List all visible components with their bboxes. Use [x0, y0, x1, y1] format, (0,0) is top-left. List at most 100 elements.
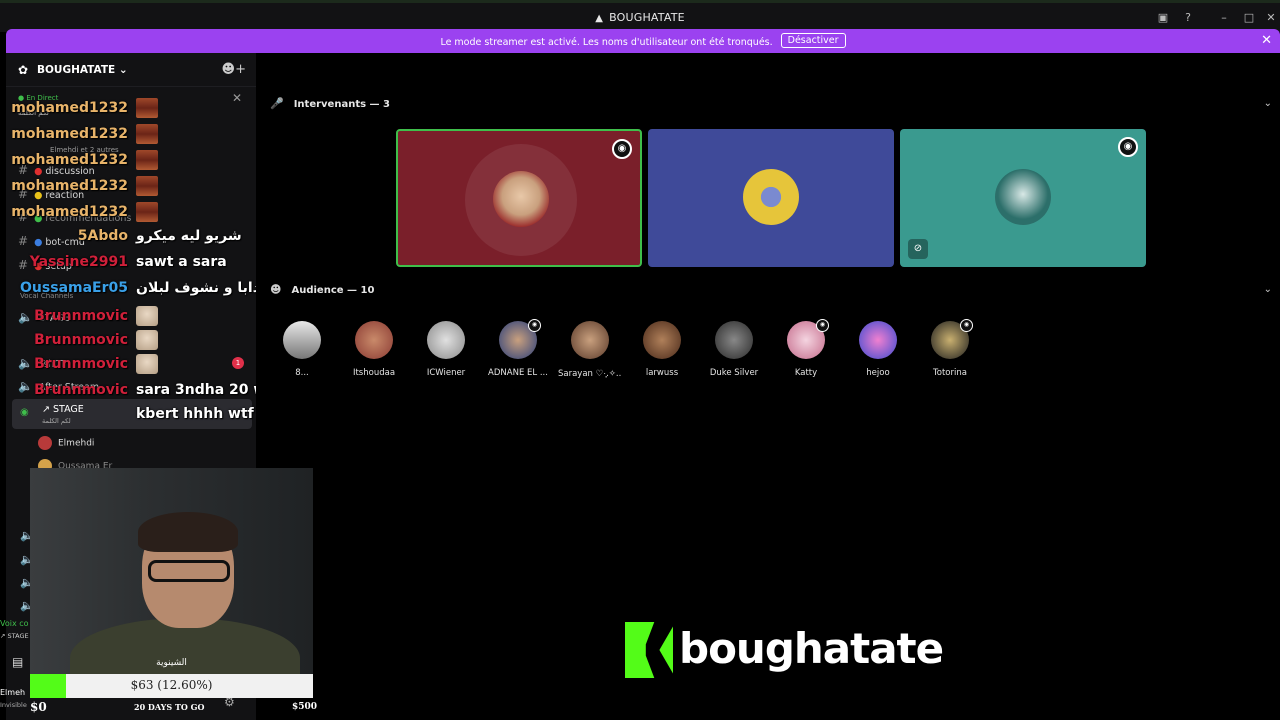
- audience-member[interactable]: 8...: [270, 321, 334, 378]
- chat-message: Brunnmovic: [0, 330, 158, 350]
- disable-streamer-mode-button[interactable]: Désactiver: [780, 33, 846, 48]
- speakers-header[interactable]: 🎤 Intervenants — 3: [270, 97, 390, 110]
- cat-emote-image: [136, 306, 158, 326]
- server-name-text: BOUGHATATE: [37, 64, 116, 76]
- speakers-title: Intervenants — 3: [293, 99, 390, 110]
- stage-member[interactable]: Elmehdi: [38, 436, 94, 450]
- avatar: [643, 321, 681, 359]
- chat-username: Brunnmovic: [34, 332, 128, 348]
- emote-image: [136, 124, 158, 144]
- app-root: ▲ BOUGHATATE ▣ ? – □ ✕ Le mode streamer e…: [0, 0, 1280, 720]
- audience-member[interactable]: Duke Silver: [702, 321, 766, 378]
- moderator-badge-icon: ◉: [528, 319, 541, 332]
- chat-message: mohamed1232: [0, 98, 158, 118]
- chat-username: Yassine2991: [29, 254, 128, 270]
- audience-header[interactable]: ☻ Audience — 10: [270, 283, 374, 296]
- goal-current-value: $63 (12.60%): [130, 678, 213, 692]
- audience-name: Sarayan ♡·̩͙.✧...: [558, 369, 622, 379]
- server-header[interactable]: ✿ BOUGHATATE ⌄ ☻+: [6, 53, 256, 87]
- maximize-button[interactable]: □: [1241, 11, 1257, 24]
- speaker-tile[interactable]: [648, 129, 894, 267]
- emote-image: [136, 202, 158, 222]
- chat-username: Brunnmovic: [34, 308, 128, 324]
- avatar: [355, 321, 393, 359]
- audience-name: Totorina: [933, 368, 967, 378]
- window-title-text: BOUGHATATE: [609, 11, 685, 24]
- audience-member[interactable]: larwuss: [630, 321, 694, 378]
- cat-emote-image: [136, 354, 158, 374]
- audience-name: Katty: [794, 368, 818, 378]
- user-status: Invisible: [0, 701, 27, 709]
- banner-text: Le mode streamer est activé. Les noms d'…: [440, 37, 773, 48]
- avatar: ◉: [787, 319, 829, 359]
- chat-text: شريو ليه ميكرو: [136, 228, 242, 244]
- user-name: Elmeh: [0, 688, 26, 697]
- audience-member[interactable]: ◉ Katty: [774, 319, 838, 378]
- speaker-tile[interactable]: ◉: [396, 129, 642, 267]
- chat-message: Brunnmovic: [0, 354, 158, 374]
- audience-member[interactable]: Sarayan ♡·̩͙.✧...: [558, 321, 622, 379]
- chat-username: OussamaEr05: [20, 280, 128, 296]
- chat-message: 5Abdo شريو ليه ميكرو: [0, 228, 242, 244]
- chevron-down-icon[interactable]: ⌄: [1264, 284, 1272, 295]
- invite-people-icon[interactable]: ☻+: [222, 62, 246, 77]
- webcam-person-hair: [138, 512, 238, 552]
- avatar: ◉: [499, 319, 541, 359]
- chat-message: mohamed1232: [0, 150, 158, 170]
- audience-member[interactable]: Itshoudaa: [342, 321, 406, 378]
- audience-icon: ☻: [270, 283, 282, 296]
- title-bar: ▲ BOUGHATATE ▣ ? – □ ✕: [0, 0, 1280, 32]
- screen-share-icon[interactable]: ▣: [1155, 11, 1171, 24]
- close-window-button[interactable]: ✕: [1263, 11, 1279, 24]
- chat-username: mohamed1232: [11, 100, 128, 116]
- goal-days-left: 20 DAYS TO GO: [134, 702, 205, 712]
- window-title: ▲ BOUGHATATE: [0, 11, 1280, 24]
- audience-member[interactable]: hejoo: [846, 321, 910, 378]
- avatar: [859, 321, 897, 359]
- audience-member[interactable]: ◉ Totorina: [918, 319, 982, 378]
- chat-username: mohamed1232: [11, 126, 128, 142]
- server-icon: ✿: [18, 63, 29, 77]
- audience-name: larwuss: [645, 368, 679, 378]
- avatar: [38, 436, 52, 450]
- microphone-icon: 🎤: [270, 97, 284, 110]
- voice-connected-channel-text: STAGE: [7, 632, 29, 640]
- avatar: [995, 169, 1051, 225]
- chat-text: kbert hhhh wtf ?: [136, 406, 267, 422]
- chat-message: Brunnmovic: [0, 306, 158, 326]
- help-icon[interactable]: ?: [1180, 11, 1196, 24]
- brand-name: boughatate: [679, 624, 944, 673]
- speaker-tile[interactable]: ◉ ⊘: [900, 129, 1146, 267]
- minimize-button[interactable]: –: [1216, 11, 1232, 24]
- streamer-mode-banner: Le mode streamer est activé. Les noms d'…: [6, 29, 1280, 53]
- moderator-badge-icon: ◉: [816, 319, 829, 332]
- audience-member[interactable]: ◉ ADNANE EL ...: [486, 319, 550, 378]
- server-name: BOUGHATATE ⌄: [37, 64, 128, 76]
- chat-text: sawt a sara: [136, 254, 227, 270]
- audience-name: Duke Silver: [709, 368, 759, 378]
- donation-goal-bar: $63 (12.60%): [30, 674, 313, 698]
- chat-message: Yassine2991 sawt a sara: [0, 254, 227, 270]
- avatar: [493, 171, 549, 227]
- audience-name: ICWiener: [426, 368, 466, 378]
- chat-username: mohamed1232: [11, 178, 128, 194]
- chat-username: Brunnmovic: [34, 382, 128, 398]
- webcam-person-glasses: [148, 560, 230, 582]
- avatar: [715, 321, 753, 359]
- chevron-down-icon[interactable]: ⌄: [1264, 98, 1272, 109]
- banner-close-icon[interactable]: ✕: [1261, 33, 1272, 48]
- audience-name: hejoo: [866, 368, 890, 378]
- flame-icon: ▲: [595, 13, 604, 24]
- chat-message: kbert hhhh wtf ?: [0, 406, 267, 422]
- emote-image: [136, 98, 158, 118]
- chat-message: mohamed1232: [0, 176, 158, 196]
- chat-username: Brunnmovic: [34, 356, 128, 372]
- stage-main: 🎤 Intervenants — 3 ⌄ ◉ ◉ ⊘ ☻ Audience — 10…: [256, 53, 1280, 720]
- webcam-overlay: الشينوية: [30, 468, 313, 674]
- webcam-caption: الشينوية: [156, 658, 187, 668]
- chat-message: mohamed1232: [0, 202, 158, 222]
- stream-off-icon[interactable]: ▤: [12, 655, 23, 669]
- avatar: [283, 321, 321, 359]
- voice-connected-channel: ↗ STAGE: [0, 632, 29, 640]
- audience-member[interactable]: ICWiener: [414, 321, 478, 378]
